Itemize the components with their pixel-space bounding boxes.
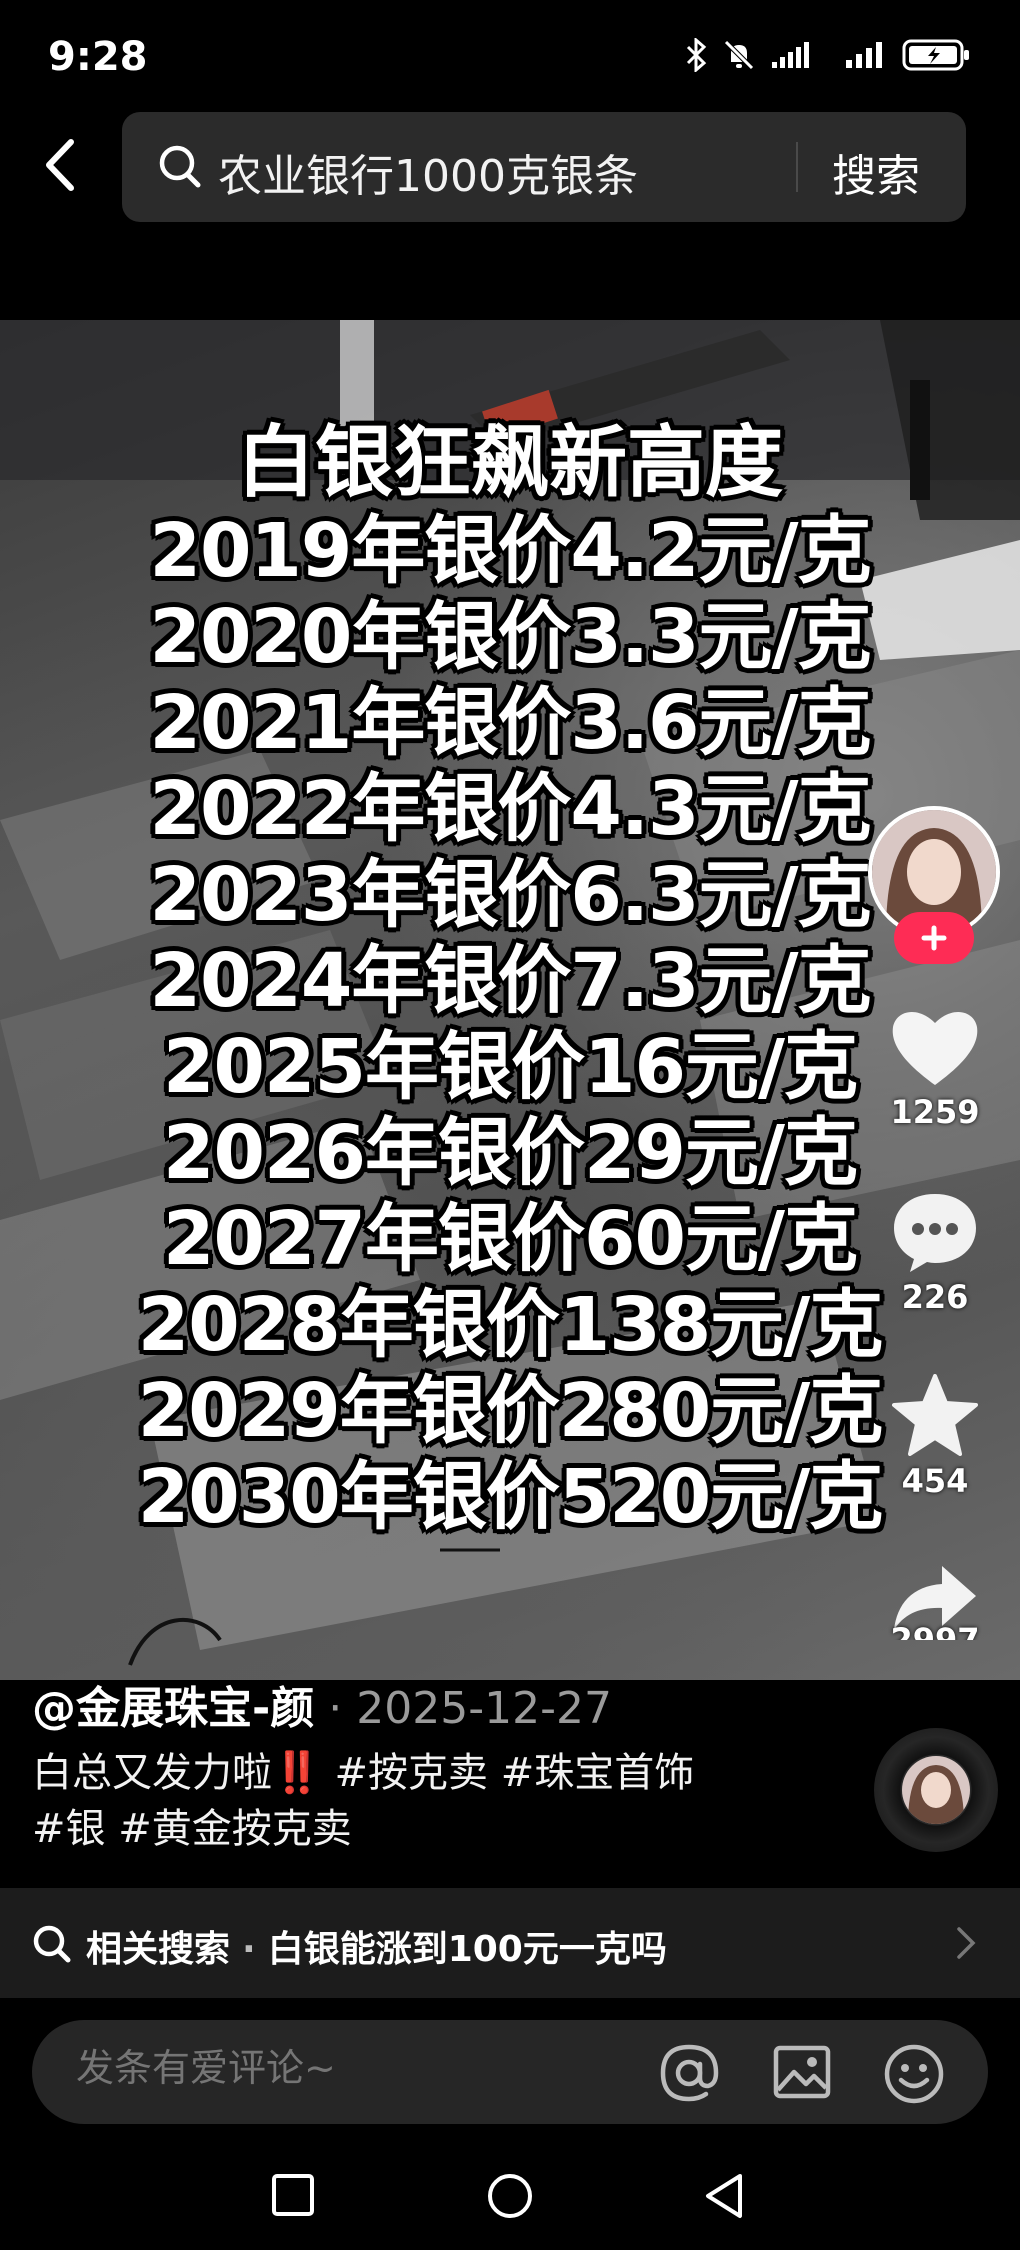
favorite-count: 454 bbox=[901, 1462, 969, 1500]
status-time: 9:28 bbox=[48, 34, 148, 80]
caption-title: 白银狂飙新高度 bbox=[236, 418, 783, 508]
bluetooth-icon bbox=[686, 38, 707, 72]
mute-icon bbox=[724, 40, 754, 70]
caption-line: 2029年银价280元/克 bbox=[137, 1368, 883, 1454]
at-icon[interactable] bbox=[658, 2042, 720, 2104]
related-search[interactable]: 相关搜索 · 白银能涨到100元一克吗 bbox=[0, 1888, 1020, 1998]
chevron-right-icon bbox=[957, 1927, 976, 1959]
caption-line: 2020年银价3.3元/克 bbox=[149, 594, 871, 680]
search-input[interactable]: 农业银行1000克银条 bbox=[218, 140, 638, 204]
caption-line: 2027年银价60元/克 bbox=[163, 1196, 858, 1282]
system-nav-bar bbox=[0, 2150, 1020, 2250]
share-button[interactable]: 2997 bbox=[880, 1562, 990, 1658]
post-date: · 2025-12-27 bbox=[328, 1683, 612, 1734]
caption-line: 2023年银价6.3元/克 bbox=[149, 852, 871, 938]
search-icon bbox=[159, 145, 201, 188]
caption-line: 2026年银价29元/克 bbox=[163, 1110, 858, 1196]
caption-line: 2022年银价4.3元/克 bbox=[149, 766, 871, 852]
desc-hashtags[interactable]: #银 #黄金按克卖 bbox=[32, 1806, 352, 1852]
caption-line: 2019年银价4.2元/克 bbox=[149, 508, 871, 594]
back-icon bbox=[46, 139, 74, 191]
comment-button[interactable]: 226 bbox=[880, 1190, 990, 1316]
search-button[interactable]: 搜索 bbox=[832, 140, 920, 204]
music-disc[interactable] bbox=[874, 1728, 998, 1852]
caption-line: 2028年银价138元/克 bbox=[137, 1282, 883, 1368]
like-count: 1259 bbox=[890, 1093, 980, 1131]
back-nav-button[interactable] bbox=[702, 2172, 748, 2220]
caption-line: 2025年银价16元/克 bbox=[163, 1024, 858, 1110]
image-icon[interactable] bbox=[772, 2042, 832, 2102]
search-divider bbox=[796, 142, 798, 192]
caption-line: 2024年银价7.3元/克 bbox=[149, 938, 871, 1024]
search-bar[interactable]: 农业银行1000克银条 搜索 bbox=[122, 112, 966, 222]
comment-count: 226 bbox=[901, 1278, 969, 1316]
follow-button[interactable] bbox=[894, 912, 974, 964]
video-caption: 白银狂飙新高度 2019年银价4.2元/克 2020年银价3.3元/克 2021… bbox=[0, 420, 1020, 1540]
comment-icon bbox=[894, 1194, 976, 1272]
related-search-text: 相关搜索 · 白银能涨到100元一克吗 bbox=[86, 1920, 667, 1972]
plus-icon bbox=[921, 925, 947, 951]
related-search-label: 相关搜索 bbox=[86, 1929, 231, 1970]
avatar bbox=[902, 1756, 970, 1824]
star-icon bbox=[892, 1374, 978, 1456]
heart-icon bbox=[892, 1011, 978, 1085]
recent-apps-button[interactable] bbox=[270, 2172, 316, 2218]
post-description: 白总又发力啦‼️ #按克卖 #珠宝首饰 #银 #黄金按克卖 bbox=[32, 1745, 852, 1857]
music-avatar bbox=[902, 1756, 970, 1824]
desc-hashtags[interactable]: #按克卖 #珠宝首饰 bbox=[322, 1750, 695, 1796]
author-name[interactable]: @金展珠宝-颜 bbox=[32, 1683, 314, 1734]
caption-line: 2030年银价520元/克 bbox=[137, 1454, 883, 1540]
search-icon bbox=[33, 1925, 71, 1963]
double-exclamation-icon: ‼️ bbox=[272, 1750, 322, 1796]
desc-text: 白总又发力啦 bbox=[32, 1750, 272, 1796]
video-player[interactable]: 白银狂飙新高度 2019年银价4.2元/克 2020年银价3.3元/克 2021… bbox=[0, 320, 1020, 1680]
caption-line: 2021年银价3.6元/克 bbox=[149, 680, 871, 766]
related-search-separator: · bbox=[242, 1929, 256, 1970]
home-button[interactable] bbox=[486, 2172, 534, 2220]
signal-icon bbox=[846, 42, 882, 68]
like-button[interactable]: 1259 bbox=[880, 1005, 990, 1131]
back-button[interactable] bbox=[30, 130, 90, 200]
battery-icon bbox=[902, 39, 969, 71]
emoji-icon[interactable] bbox=[882, 2042, 946, 2106]
related-search-query: 白银能涨到100元一克吗 bbox=[267, 1929, 667, 1970]
author-line: @金展珠宝-颜 · 2025-12-27 bbox=[32, 1672, 612, 1736]
signal-icon bbox=[772, 42, 809, 68]
comment-bar bbox=[32, 2020, 988, 2124]
share-count: 2997 bbox=[890, 1621, 980, 1640]
favorite-button[interactable]: 454 bbox=[880, 1372, 990, 1500]
status-bar: 9:28 bbox=[0, 0, 1020, 110]
status-icons bbox=[684, 38, 972, 72]
comment-input[interactable] bbox=[76, 2046, 636, 2090]
